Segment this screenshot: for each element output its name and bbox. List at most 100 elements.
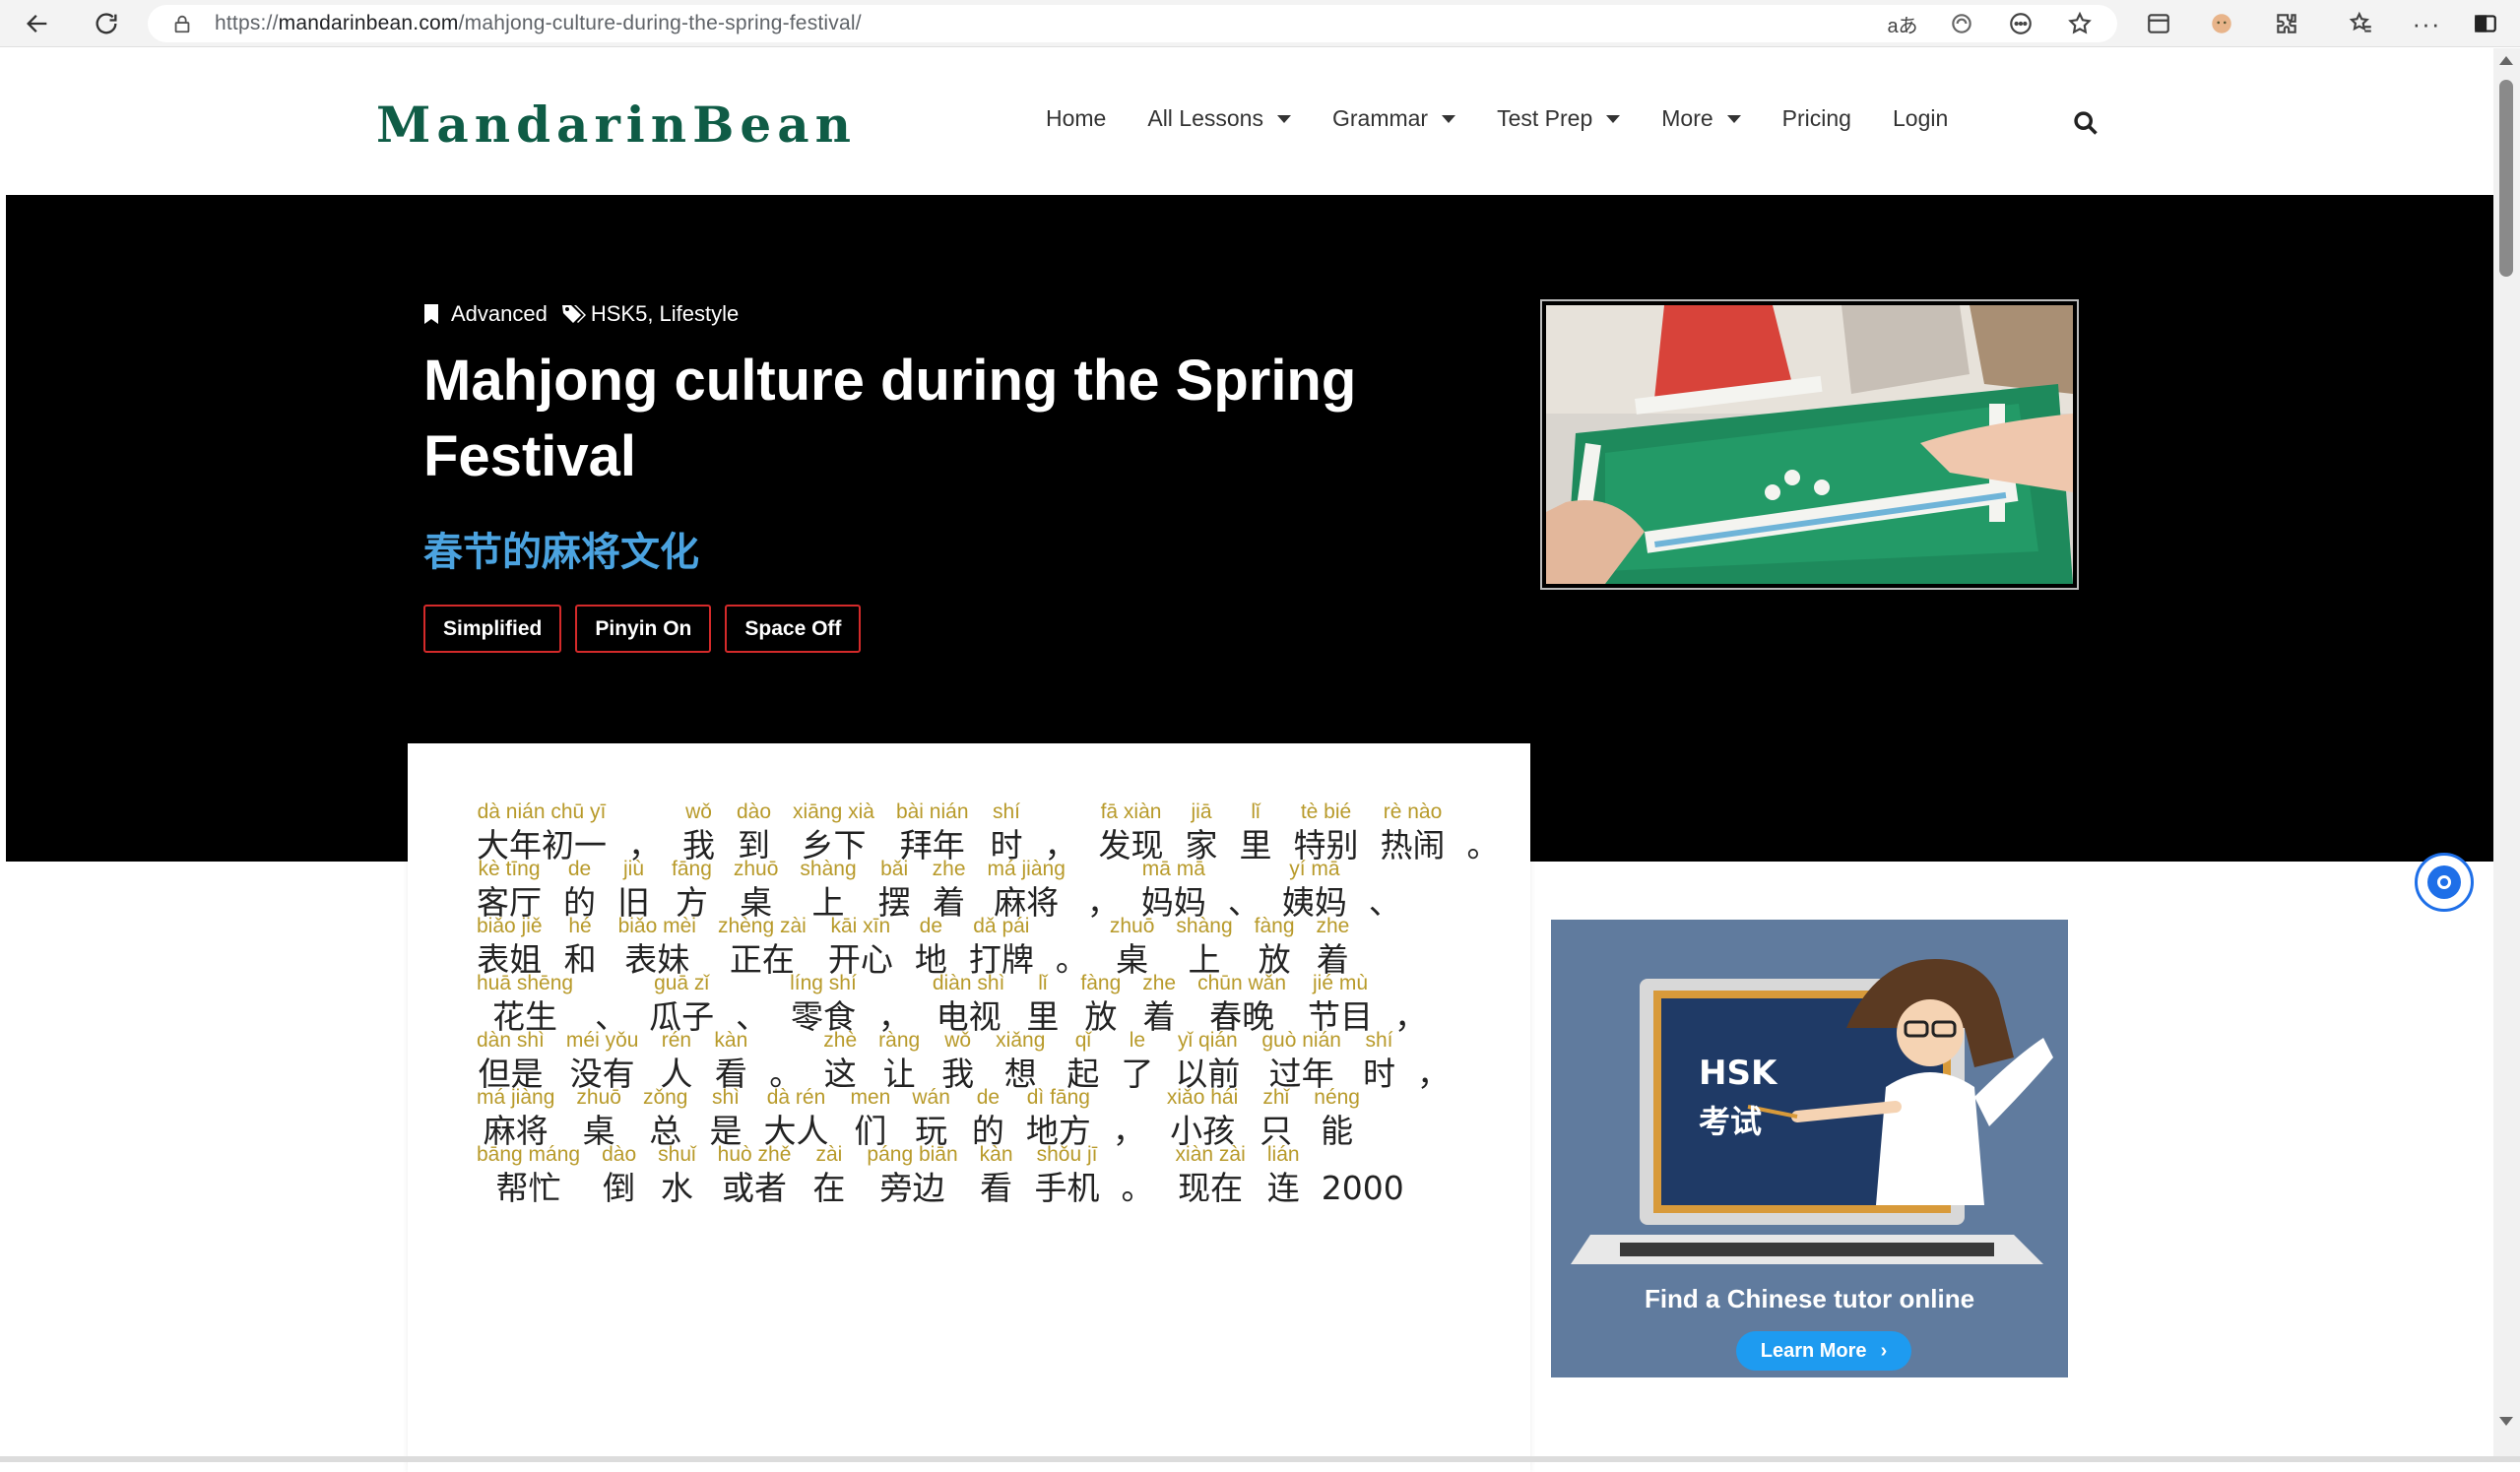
lesson-word[interactable]: má jiàng 麻将 <box>477 1086 554 1151</box>
lesson-word[interactable]: ràng 让 <box>878 1029 920 1094</box>
lesson-word[interactable]: dà rén 大人 <box>763 1086 828 1151</box>
lesson-word[interactable]: dà nián chū yī 大年初一 <box>477 800 607 865</box>
nav-login[interactable]: Login <box>1893 105 1948 132</box>
scroll-up-arrow-icon[interactable] <box>2499 56 2513 65</box>
address-bar[interactable]: https://mandarinbean.com/mahjong-culture… <box>148 5 2117 42</box>
lesson-word[interactable]: biǎo jiě 表姐 <box>477 915 543 980</box>
lesson-word[interactable]: shí 时 <box>991 800 1023 865</box>
lesson-word[interactable]: zhe 着 <box>1317 915 1350 980</box>
lesson-word[interactable]: mā mā 妈妈 <box>1141 858 1206 923</box>
nav-home[interactable]: Home <box>1046 105 1106 132</box>
lesson-word[interactable]: méi yǒu 没有 <box>566 1029 639 1094</box>
lesson-word[interactable]: hé 和 <box>564 915 597 980</box>
lesson-word[interactable]: páng biān 旁边 <box>867 1143 957 1208</box>
lesson-word[interactable]: kàn 看 <box>714 1029 747 1094</box>
lesson-word[interactable]: bài nián 拜年 <box>896 800 969 865</box>
lesson-word[interactable]: líng shí 零食 <box>790 972 857 1037</box>
lesson-word[interactable]: dào 到 <box>737 800 771 865</box>
tutor-ad-banner[interactable]: HSK 考试 Find a Chinese tutor online Learn… <box>1551 920 2068 1377</box>
lesson-word[interactable]: zhe 着 <box>933 858 966 923</box>
simplified-toggle-button[interactable]: Simplified <box>423 605 562 653</box>
lesson-word[interactable]: huò zhě 或者 <box>718 1143 792 1208</box>
lesson-word[interactable]: shuǐ 水 <box>658 1143 696 1208</box>
url-text[interactable]: https://mandarinbean.com/mahjong-culture… <box>215 12 862 35</box>
lesson-word[interactable]: yǐ qián 以前 <box>1175 1029 1240 1094</box>
lesson-word[interactable]: dào 倒 <box>602 1143 636 1208</box>
lesson-word[interactable]: shàng 上 <box>800 858 856 923</box>
lesson-word[interactable]: fā xiàn 发现 <box>1099 800 1164 865</box>
page-scrollbar[interactable] <box>2493 48 2520 1456</box>
lesson-word[interactable]: zhǐ 只 <box>1260 1086 1292 1151</box>
lesson-word[interactable]: fàng 放 <box>1080 972 1121 1037</box>
lesson-word[interactable]: jié mù 节目 <box>1308 972 1373 1037</box>
lesson-word[interactable]: guò nián 过年 <box>1261 1029 1341 1094</box>
lesson-word[interactable]: le 了 <box>1121 1029 1153 1094</box>
lesson-word[interactable]: má jiàng 麻将 <box>988 858 1066 923</box>
nav-more[interactable]: More <box>1661 105 1741 132</box>
reload-icon[interactable] <box>83 0 130 47</box>
lesson-word[interactable]: bǎi 摆 <box>878 858 911 923</box>
lesson-word[interactable]: xiàn zài 现在 <box>1176 1143 1246 1208</box>
lesson-word[interactable]: de 地 <box>915 915 947 980</box>
lesson-word[interactable]: néng 能 <box>1314 1086 1360 1151</box>
sidebar-icon[interactable] <box>2141 6 2176 41</box>
lesson-word[interactable]: jiù 旧 <box>617 858 650 923</box>
lesson-word[interactable]: bāng máng 帮忙 <box>477 1143 580 1208</box>
lesson-word[interactable]: xiāng xià 乡下 <box>793 800 874 865</box>
lesson-word[interactable]: lǐ 里 <box>1026 972 1059 1037</box>
lesson-word[interactable]: dì fāng 地方 <box>1026 1086 1091 1151</box>
lesson-word[interactable]: kè tīng 客厅 <box>477 858 542 923</box>
lesson-word[interactable]: kàn 看 <box>980 1143 1013 1208</box>
nav-grammar[interactable]: Grammar <box>1332 105 1456 132</box>
favorites-icon[interactable] <box>2344 6 2379 41</box>
lesson-word[interactable]: zhuō 桌 <box>576 1086 621 1151</box>
extensions-icon[interactable] <box>2269 6 2304 41</box>
chat-widget-button[interactable] <box>2415 853 2474 912</box>
lesson-word[interactable]: lǐ 里 <box>1240 800 1272 865</box>
nav-all-lessons[interactable]: All Lessons <box>1147 105 1291 132</box>
lesson-word[interactable]: shǒu jī 手机 <box>1035 1143 1100 1208</box>
lesson-word[interactable]: tè bié 特别 <box>1294 800 1359 865</box>
lesson-word[interactable]: zhèng zài 正在 <box>718 915 807 980</box>
lesson-word[interactable]: shàng 上 <box>1176 915 1232 980</box>
pinyin-toggle-button[interactable]: Pinyin On <box>575 605 712 653</box>
more-icon[interactable]: ··· <box>2409 6 2444 41</box>
lesson-word[interactable]: fāng 方 <box>672 858 712 923</box>
emoji-icon[interactable] <box>2003 6 2038 41</box>
lesson-word[interactable]: zhuō 桌 <box>734 858 779 923</box>
lesson-word[interactable]: zǒng 总 <box>643 1086 688 1151</box>
learn-more-button[interactable]: Learn More › <box>1736 1331 1911 1371</box>
lesson-word[interactable]: biǎo mèi 表妹 <box>618 915 696 980</box>
tags-link[interactable]: HSK5, Lifestyle <box>591 301 739 327</box>
lesson-word[interactable]: qǐ 起 <box>1066 1029 1099 1094</box>
lesson-word[interactable]: shì 是 <box>709 1086 742 1151</box>
lesson-word[interactable]: zhe 着 <box>1142 972 1176 1037</box>
lesson-word[interactable]: shí 时 <box>1363 1029 1395 1094</box>
lesson-word[interactable]: dǎ pái 打牌 <box>969 915 1034 980</box>
back-icon[interactable] <box>14 0 61 47</box>
lesson-word[interactable]: kāi xīn 开心 <box>828 915 893 980</box>
lesson-word[interactable]: men 们 <box>850 1086 890 1151</box>
favorite-star-icon[interactable] <box>2062 6 2098 41</box>
lesson-word[interactable]: xiǎo hái 小孩 <box>1167 1086 1238 1151</box>
translate-icon[interactable] <box>1944 6 1979 41</box>
lesson-word[interactable]: yí mā 姨妈 <box>1282 858 1347 923</box>
lesson-word[interactable]: rè nào 热闹 <box>1381 800 1446 865</box>
nav-pricing[interactable]: Pricing <box>1782 105 1851 132</box>
lesson-word[interactable]: zhuō 桌 <box>1110 915 1155 980</box>
lesson-word[interactable]: chūn wǎn 春晚 <box>1197 972 1286 1037</box>
scrollbar-thumb[interactable] <box>2499 80 2513 277</box>
lesson-word[interactable]: jiā 家 <box>1186 800 1218 865</box>
nav-test-prep[interactable]: Test Prep <box>1497 105 1621 132</box>
lesson-word[interactable]: fàng 放 <box>1255 915 1295 980</box>
lock-icon[interactable] <box>171 12 193 35</box>
lesson-word[interactable]: huā shēng 花生 <box>477 972 573 1037</box>
level-link[interactable]: Advanced <box>451 301 548 327</box>
search-icon[interactable] <box>2072 109 2100 137</box>
profile-icon[interactable] <box>2204 6 2239 41</box>
lesson-word[interactable]: wán 玩 <box>912 1086 950 1151</box>
lesson-word[interactable]: wǒ 我 <box>682 800 715 865</box>
lesson-word[interactable]: guā zǐ 瓜子 <box>649 972 714 1037</box>
lesson-word[interactable]: xiǎng 想 <box>996 1029 1045 1094</box>
logo-text[interactable]: MandarinBean <box>376 96 857 154</box>
